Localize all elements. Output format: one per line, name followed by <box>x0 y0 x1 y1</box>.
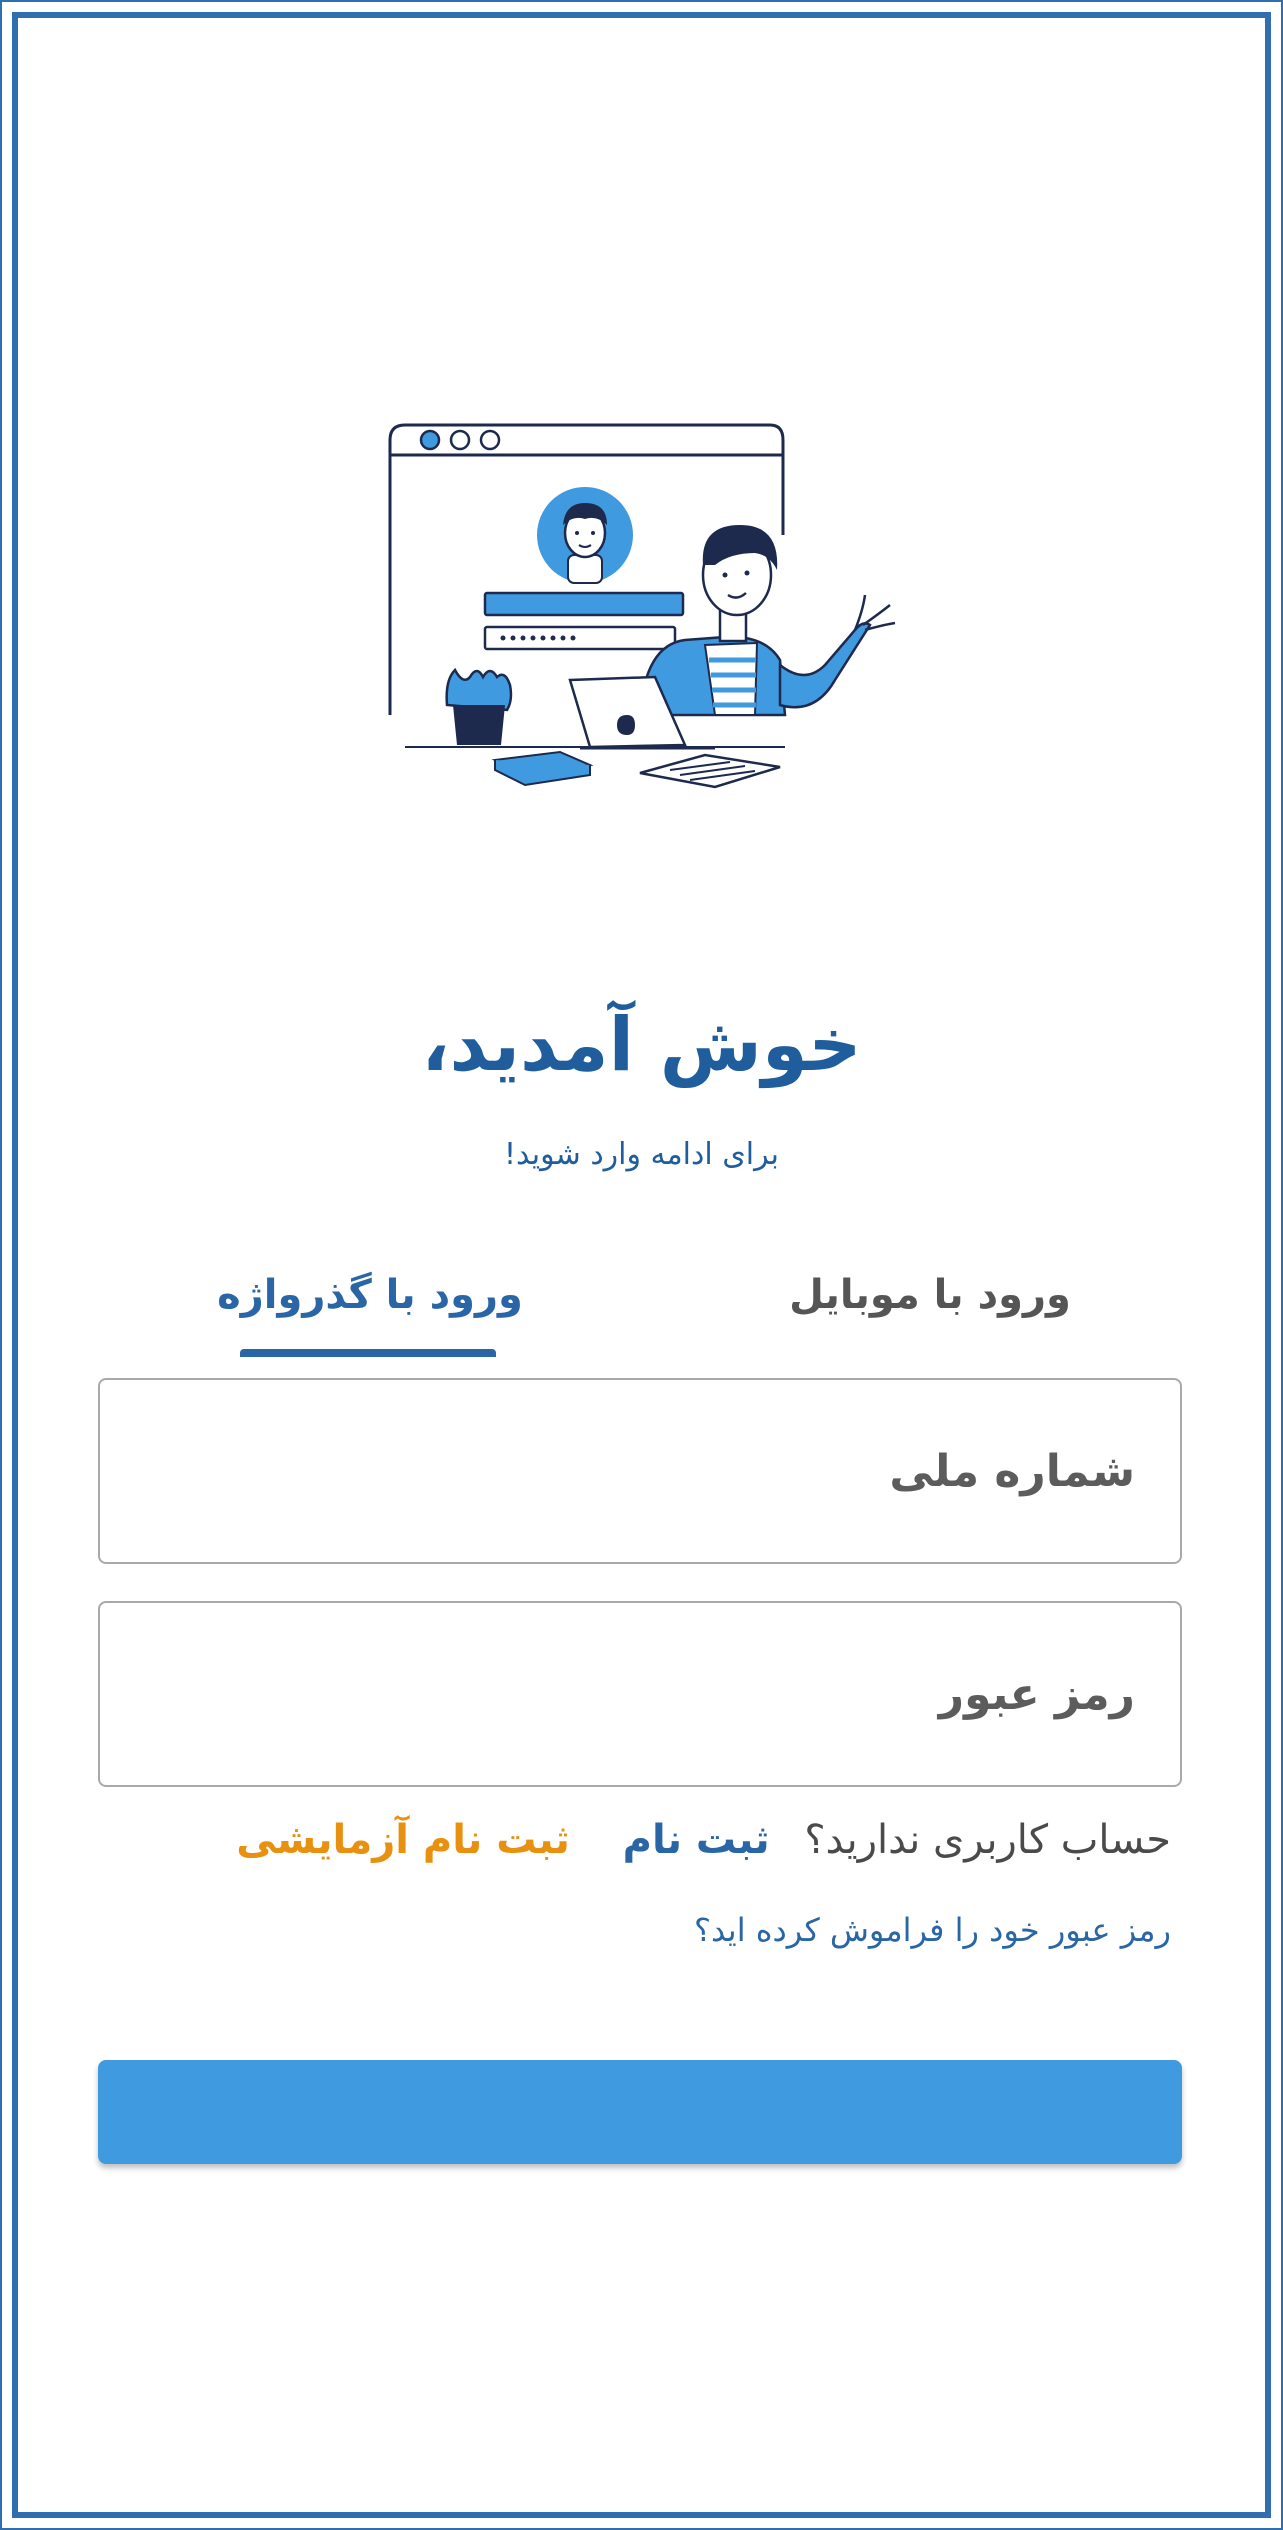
page-subtitle: برای ادامه وارد شوید! <box>504 1137 779 1172</box>
trial-register-link[interactable]: ثبت نام آزمایشی <box>236 1817 570 1863</box>
national-id-input[interactable] <box>100 1380 1180 1562</box>
login-illustration <box>388 423 896 789</box>
password-input[interactable] <box>100 1603 1180 1785</box>
login-button[interactable] <box>98 2060 1182 2164</box>
register-link[interactable]: ثبت نام <box>623 1817 770 1863</box>
tab-mobile-login[interactable]: ورود با موبایل <box>760 1255 1100 1335</box>
username-bar-icon <box>483 591 685 617</box>
book-icon <box>491 750 594 787</box>
active-tab-indicator <box>240 1349 496 1357</box>
tab-password-login[interactable]: ورود با گذرواژه <box>210 1255 530 1335</box>
signup-row: حساب کاربری ندارید؟ ثبت نام ثبت نام آزما… <box>236 1810 1171 1870</box>
password-field[interactable] <box>98 1601 1182 1787</box>
avatar-icon <box>537 487 633 584</box>
plant-icon <box>445 667 513 745</box>
person-icon <box>638 525 896 717</box>
national-id-field[interactable] <box>98 1378 1182 1564</box>
page-title: خوش آمدید، <box>421 1002 862 1088</box>
signup-question: حساب کاربری ندارید؟ <box>804 1817 1171 1863</box>
password-bar-icon <box>483 625 677 651</box>
paper-icon <box>639 753 781 789</box>
forgot-password-link[interactable]: رمز عبور خود را فراموش کرده اید؟ <box>694 1905 1171 1955</box>
